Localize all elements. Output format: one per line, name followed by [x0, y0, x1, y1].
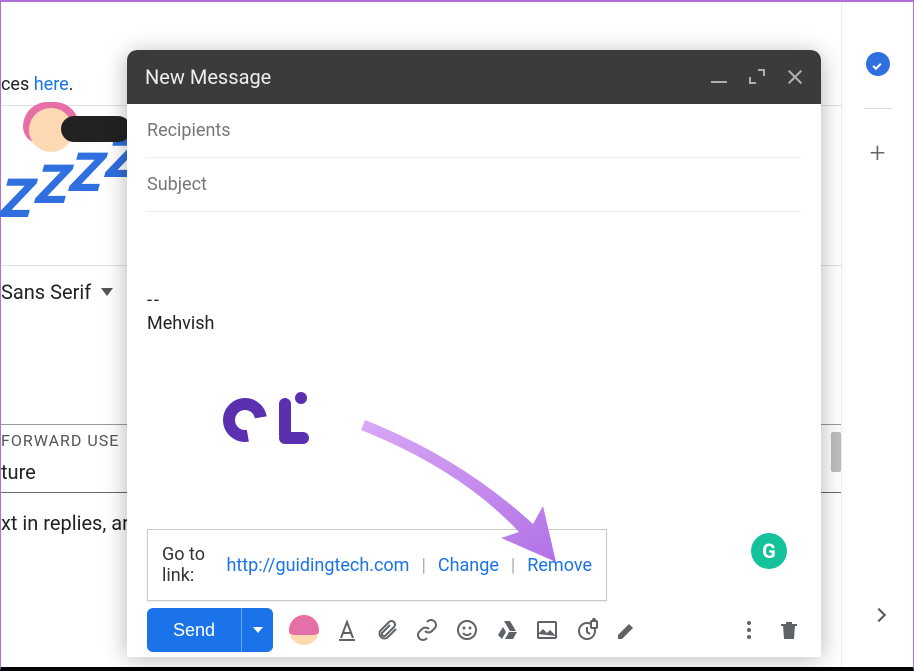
more-options-icon[interactable]	[737, 618, 761, 642]
insert-drive-icon[interactable]	[495, 618, 519, 642]
scrollbar-thumb[interactable]	[831, 432, 841, 472]
send-options-button[interactable]	[241, 608, 273, 652]
insert-emoji-icon[interactable]	[455, 618, 479, 642]
link-popup-label: Go to link:	[162, 544, 220, 586]
signature-name: Mehvish	[147, 313, 801, 334]
compose-toolbar: Send	[127, 603, 821, 657]
signature-separator: --	[147, 290, 801, 311]
insert-photo-icon[interactable]	[535, 618, 559, 642]
insert-link-icon[interactable]	[415, 618, 439, 642]
recipients-field[interactable]: Recipients	[147, 104, 801, 158]
minimize-button[interactable]	[711, 69, 727, 85]
link-url[interactable]: http://guidingtech.com	[226, 555, 409, 576]
attach-file-icon[interactable]	[375, 618, 399, 642]
subject-field[interactable]: Subject	[147, 158, 801, 212]
chevron-down-icon	[101, 288, 113, 296]
compose-title: New Message	[145, 65, 711, 89]
fullscreen-button[interactable]	[749, 69, 765, 85]
close-button[interactable]	[787, 69, 803, 85]
side-panel: +	[841, 2, 913, 667]
confidential-mode-icon[interactable]	[575, 618, 599, 642]
send-button[interactable]: Send	[147, 608, 241, 652]
text: ces	[1, 74, 34, 95]
compose-header[interactable]: New Message	[127, 50, 821, 104]
bitmoji-button[interactable]	[289, 615, 319, 645]
tasks-addon-icon[interactable]	[864, 50, 892, 78]
separator: |	[511, 555, 515, 576]
font-name: Sans Serif	[1, 280, 91, 304]
separator: |	[421, 555, 425, 576]
signature-logo-image[interactable]	[223, 392, 313, 448]
change-link-button[interactable]: Change	[438, 555, 499, 576]
insert-signature-icon[interactable]	[615, 618, 639, 642]
discard-draft-icon[interactable]	[777, 618, 801, 642]
formatting-icon[interactable]	[335, 618, 359, 642]
divider	[864, 108, 892, 109]
grammarly-button[interactable]: G	[751, 533, 787, 569]
chevron-down-icon	[253, 627, 263, 633]
link-edit-popup: Go to link: http://guidingtech.com | Cha…	[147, 529, 607, 601]
link-here[interactable]: here	[34, 74, 69, 95]
chevron-right-icon	[872, 608, 886, 622]
message-body[interactable]: -- Mehvish	[147, 212, 801, 448]
signature-sticker: ZZZZ	[7, 114, 137, 234]
remove-link-button[interactable]: Remove	[527, 555, 592, 576]
add-addon-button[interactable]: +	[864, 139, 892, 167]
collapse-side-panel-button[interactable]	[859, 595, 899, 635]
send-button-group: Send	[147, 608, 273, 652]
text: .	[69, 74, 74, 95]
